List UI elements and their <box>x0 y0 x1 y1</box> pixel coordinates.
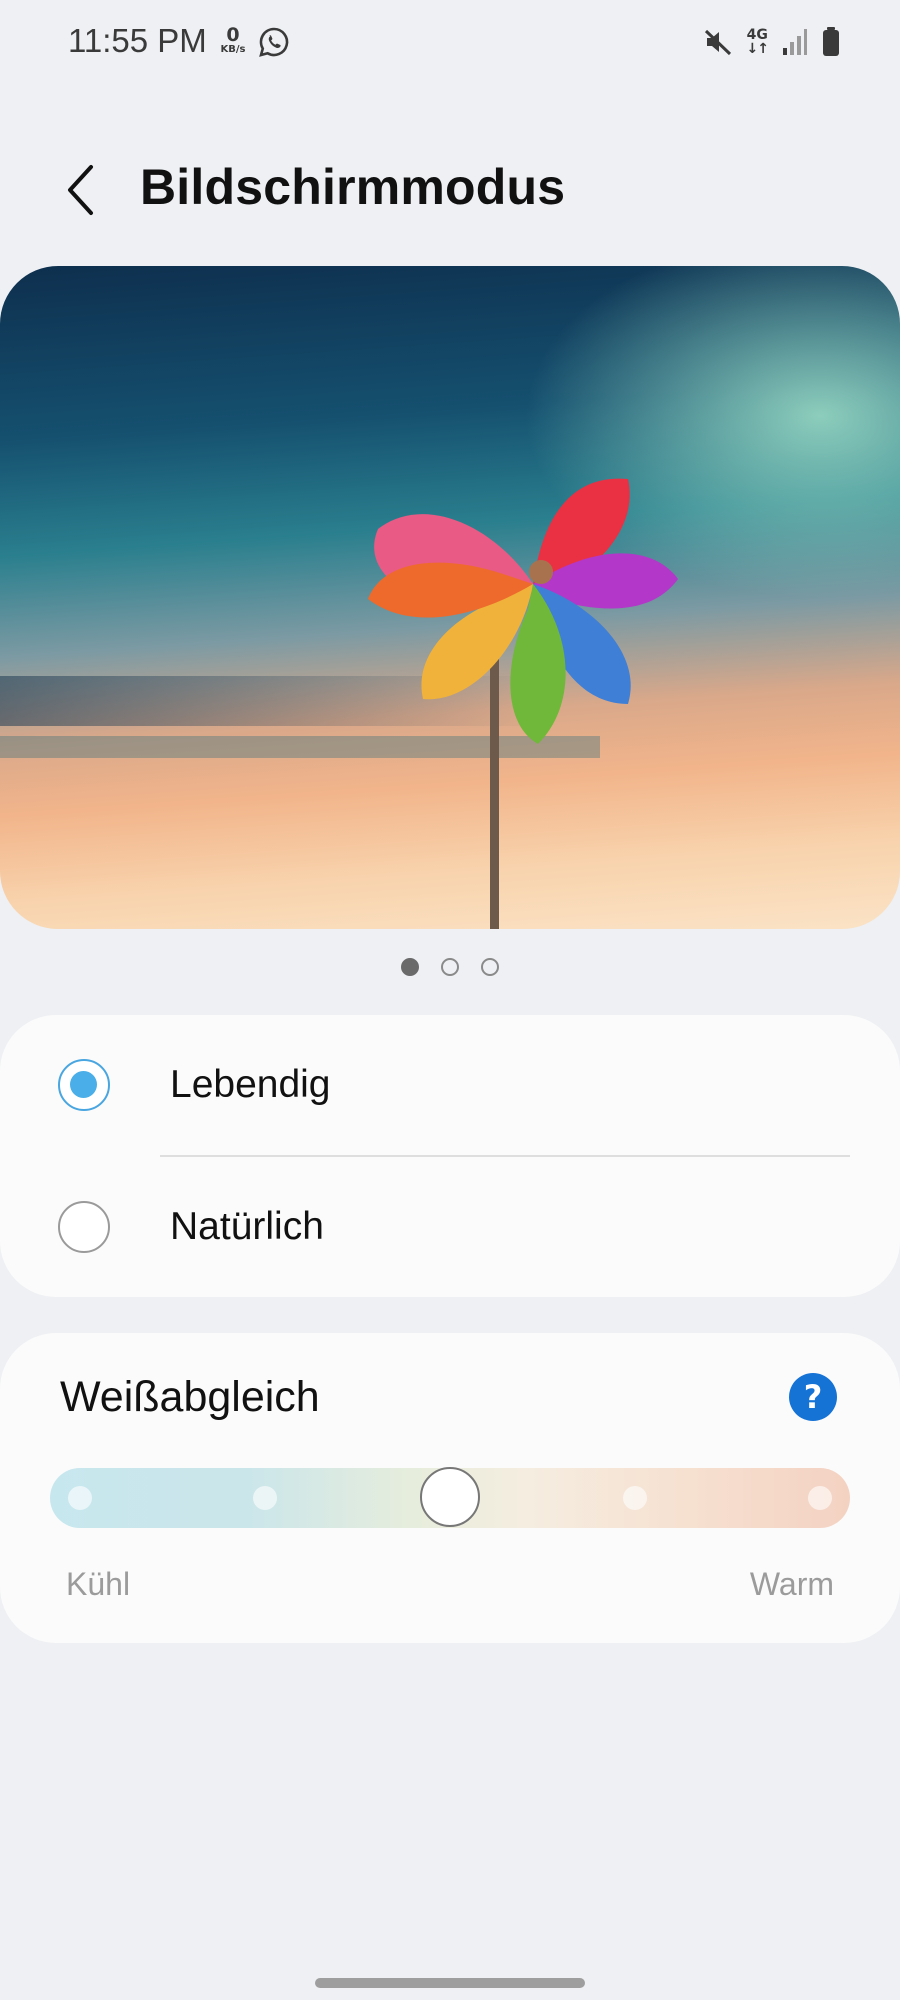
slider-step[interactable] <box>68 1486 92 1510</box>
status-time: 11:55 PM <box>68 22 207 59</box>
radio-selected[interactable] <box>58 1059 110 1111</box>
page-dot-2[interactable] <box>441 958 459 976</box>
slider-max-label: Warm <box>749 1566 834 1602</box>
pinwheel-illustration <box>0 478 900 929</box>
status-bar: 11:55 PM 0 KB/s 4G ↓↑ <box>0 0 900 90</box>
slider-step[interactable] <box>253 1486 277 1510</box>
page-title: Bildschirmmodus <box>140 159 566 215</box>
page-dot-3[interactable] <box>481 958 499 976</box>
status-icons: 4G ↓↑ <box>703 24 840 60</box>
page-dot-1[interactable] <box>401 958 419 976</box>
app-header: Bildschirmmodus <box>0 140 900 240</box>
preview-page-indicator <box>0 958 900 978</box>
net-speed-value: 0 <box>226 24 240 46</box>
data-arrows-icon: ↓↑ <box>746 41 769 57</box>
back-button[interactable] <box>50 160 110 220</box>
screen-mode-card: Lebendig Natürlich <box>0 1015 900 1297</box>
mode-option-natural[interactable]: Natürlich <box>0 1157 900 1297</box>
slider-step[interactable] <box>623 1486 647 1510</box>
slider-step[interactable] <box>808 1486 832 1510</box>
mute-icon <box>704 29 731 56</box>
preview-image[interactable] <box>0 266 900 929</box>
slider-min-label: Kühl <box>66 1566 131 1602</box>
white-balance-card: Weißabgleich ? Kühl Warm <box>0 1333 900 1643</box>
white-balance-slider[interactable] <box>50 1467 850 1528</box>
mode-option-vivid[interactable]: Lebendig <box>0 1015 900 1155</box>
home-indicator[interactable] <box>315 1978 585 1988</box>
white-balance-title: Weißabgleich <box>60 1373 320 1421</box>
chevron-left-icon <box>68 165 93 215</box>
network-4g-icon: 4G ↓↑ <box>746 28 769 57</box>
signal-icon <box>783 29 807 55</box>
mode-label-natural: Natürlich <box>170 1205 324 1248</box>
slider-thumb[interactable] <box>420 1467 480 1527</box>
radio-unselected[interactable] <box>58 1201 110 1253</box>
mode-label-vivid: Lebendig <box>170 1063 331 1106</box>
whatsapp-icon <box>259 27 289 57</box>
net-speed-unit: KB/s <box>220 44 246 55</box>
battery-icon <box>823 27 839 56</box>
net-speed-indicator: 0 KB/s <box>218 26 248 56</box>
help-icon[interactable]: ? <box>789 1373 837 1421</box>
